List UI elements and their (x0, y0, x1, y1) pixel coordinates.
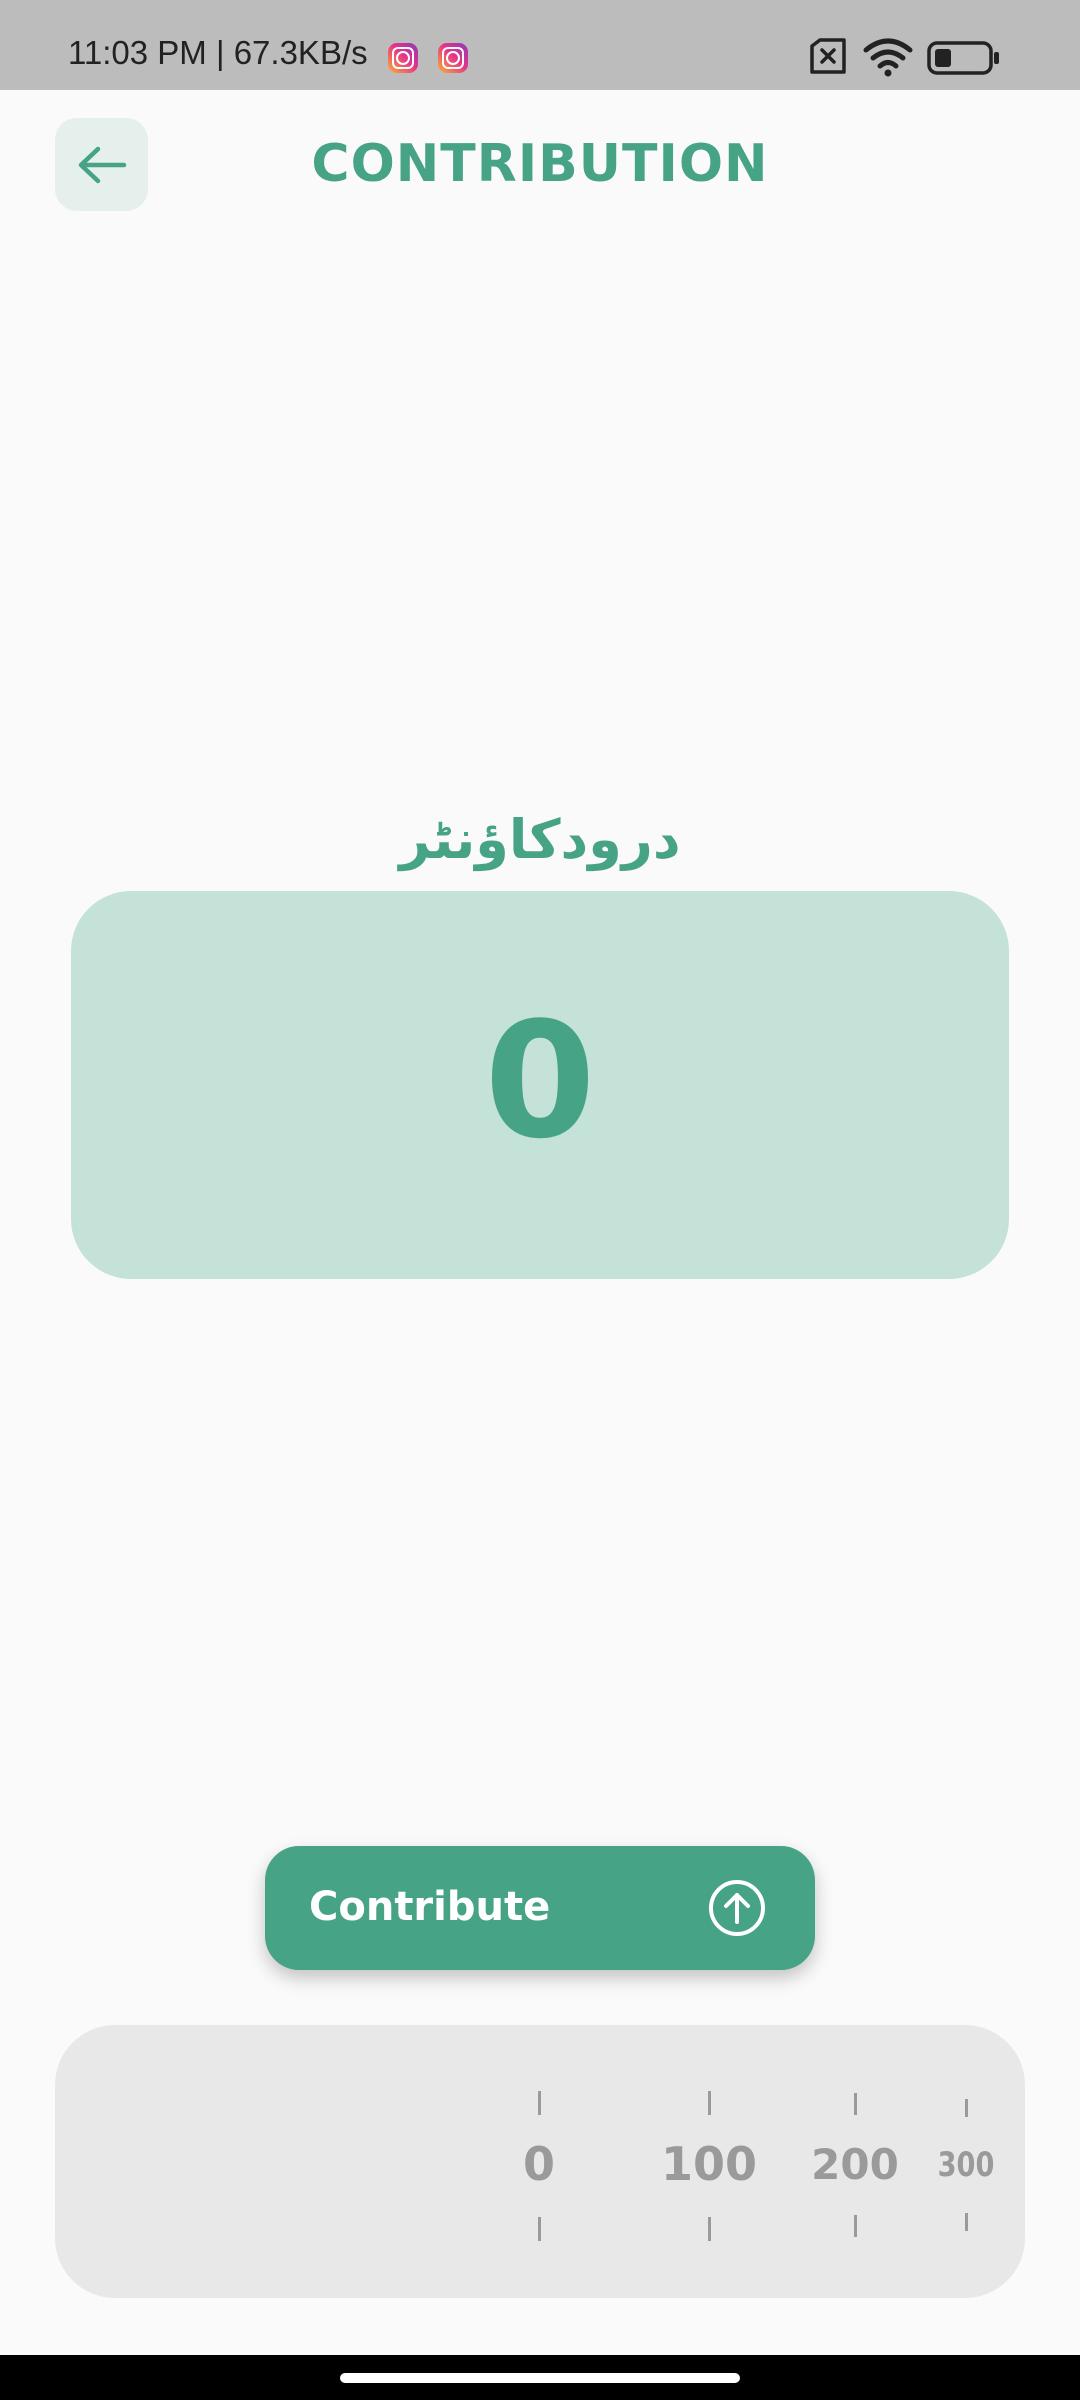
instagram-icon (388, 43, 418, 73)
status-icons (808, 38, 1008, 78)
instagram-icon (438, 43, 468, 73)
tick-mark (538, 2091, 541, 2115)
arrow-up-circle-icon (709, 1880, 765, 1936)
sim-off-icon (810, 38, 846, 74)
counter-label: درودکاؤنٹر (399, 808, 681, 871)
tick-mark (854, 2093, 857, 2115)
status-bar: 11:03 PM | 67.3KB/s (0, 0, 1080, 90)
tick-label: 0 (522, 2137, 556, 2191)
tick-label: 200 (811, 2140, 899, 2189)
system-nav-bar (0, 2355, 1080, 2400)
contribute-button[interactable]: Contribute (265, 1846, 815, 1970)
tick-mark (538, 2217, 541, 2241)
tick-mark (854, 2215, 857, 2237)
tick-label: 100 (660, 2137, 758, 2191)
counter-card: 0 (71, 891, 1009, 1279)
page-title: CONTRIBUTION (311, 134, 769, 194)
status-time-speed: 11:03 PM | 67.3KB/s (68, 34, 368, 71)
tick-mark (965, 2099, 968, 2117)
tick-mark (708, 2217, 711, 2241)
tick-mark (708, 2091, 711, 2115)
wifi-icon (863, 38, 913, 77)
tick-mark (965, 2213, 968, 2231)
tick-label: 300 (937, 2145, 995, 2185)
contribute-label: Contribute (309, 1884, 551, 1930)
battery-icon (927, 41, 999, 75)
app-header: CONTRIBUTION (0, 90, 1080, 240)
counter-value: 0 (484, 987, 596, 1174)
amount-ruler-slider[interactable]: 0 100 200 300 (55, 2025, 1025, 2298)
home-indicator[interactable] (340, 2373, 740, 2383)
